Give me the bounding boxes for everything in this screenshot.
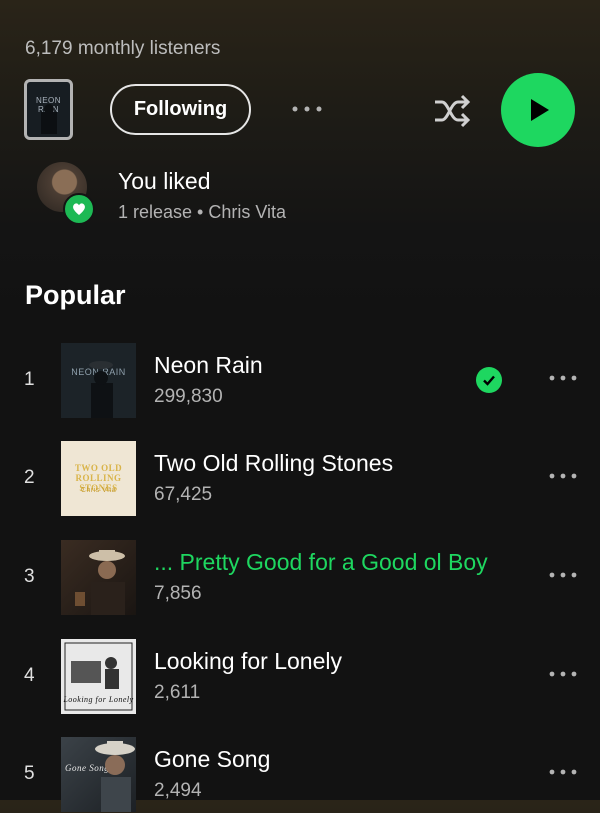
track-artwork: NEON RAIN (61, 343, 136, 418)
track-plays: 2,494 (154, 780, 202, 801)
track-rank: 1 (24, 369, 35, 390)
track-artwork: Gone Song (61, 737, 136, 812)
track-artwork: TWO OLD ROLLING STONES Chris Vita (61, 441, 136, 516)
track-title: Looking for Lonely (154, 648, 342, 674)
liked-badge (63, 193, 95, 225)
cover-figure (41, 104, 57, 134)
liked-title[interactable]: You liked (118, 168, 211, 195)
liked-subtitle: 1 release • Chris Vita (118, 202, 287, 222)
track-row[interactable]: 5 Gone Song Gone Song 2,494 (0, 737, 600, 813)
shuffle-icon[interactable] (432, 91, 472, 131)
track-artwork (61, 540, 136, 615)
artwork-text: Looking for Lonely (63, 695, 134, 704)
monthly-listeners: 6,179 monthly listeners (25, 38, 221, 59)
track-rank: 2 (24, 467, 35, 488)
artwork-subtext: Chris Vita (80, 487, 117, 494)
track-row[interactable]: 1 NEON RAIN Neon Rain 299,830 (0, 343, 600, 419)
track-row[interactable]: 4 Looking for Lonely Looking for Lonely … (0, 639, 600, 715)
track-rank: 4 (24, 665, 35, 686)
check-icon (483, 375, 495, 386)
track-more-icon[interactable] (549, 471, 577, 481)
artwork-figure (75, 550, 125, 615)
track-more-icon[interactable] (549, 570, 577, 580)
track-row[interactable]: 2 TWO OLD ROLLING STONES Chris Vita Two … (0, 441, 600, 517)
track-artwork: Looking for Lonely (61, 639, 136, 714)
track-plays: 7,856 (154, 583, 202, 604)
heart-icon (73, 203, 85, 215)
artwork-figure (95, 741, 135, 812)
play-button[interactable] (501, 73, 575, 147)
track-more-icon[interactable] (549, 669, 577, 679)
track-title: Neon Rain (154, 352, 263, 378)
track-title: ... Pretty Good for a Good ol Boy (154, 549, 488, 575)
track-plays: 67,425 (154, 484, 213, 505)
track-title: Two Old Rolling Stones (154, 450, 394, 476)
play-icon (531, 99, 549, 121)
track-rank: 3 (24, 566, 35, 587)
more-options-icon[interactable] (290, 96, 324, 122)
track-title: Gone Song (154, 746, 271, 772)
track-row[interactable]: 3 ... Pretty Good for a Good ol Boy 7,85… (0, 540, 600, 616)
popular-heading: Popular (25, 280, 126, 310)
track-rank: 5 (24, 763, 35, 784)
saved-indicator[interactable] (476, 367, 502, 393)
track-plays: 2,611 (154, 682, 201, 703)
following-button[interactable]: Following (110, 84, 251, 135)
artwork-figure (89, 361, 113, 418)
track-more-icon[interactable] (549, 767, 577, 777)
current-release-cover[interactable]: NEON RAIN (24, 79, 73, 140)
track-more-icon[interactable] (549, 373, 577, 383)
track-plays: 299,830 (154, 386, 223, 407)
